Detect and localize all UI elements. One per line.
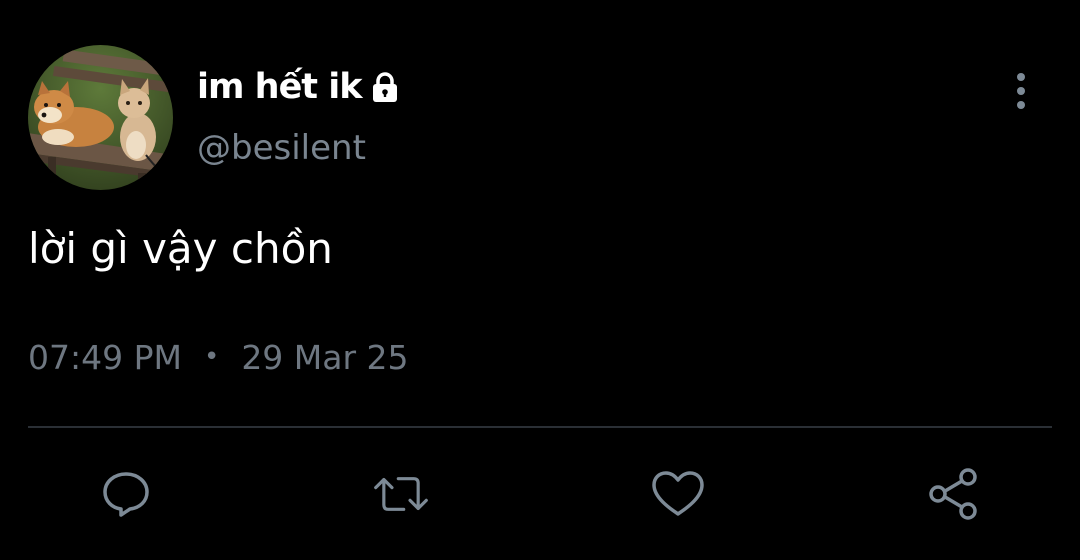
retweet-icon (374, 477, 428, 511)
meta-separator: • (203, 342, 220, 372)
more-options-button[interactable] (1003, 68, 1039, 114)
divider (28, 426, 1052, 428)
display-name[interactable]: im hết ik (197, 67, 362, 107)
like-button[interactable] (650, 466, 706, 522)
reply-icon (103, 472, 149, 517)
more-vertical-icon (1017, 73, 1025, 109)
lock-icon (368, 70, 402, 104)
tweet-text: lời gì vậy chồn (28, 224, 333, 273)
avatar-image (28, 45, 173, 190)
avatar[interactable] (28, 45, 173, 190)
display-name-row: im hết ik (197, 64, 402, 110)
share-button[interactable] (926, 466, 982, 522)
retweet-button[interactable] (373, 466, 429, 522)
tweet-meta: 07:49 PM • 29 Mar 25 (28, 336, 409, 378)
share-icon (929, 468, 977, 520)
tweet-time: 07:49 PM (28, 337, 182, 377)
tweet-date: 29 Mar 25 (241, 337, 409, 377)
reply-button[interactable] (98, 466, 154, 522)
user-handle[interactable]: @besilent (197, 128, 366, 168)
heart-icon (652, 471, 704, 516)
